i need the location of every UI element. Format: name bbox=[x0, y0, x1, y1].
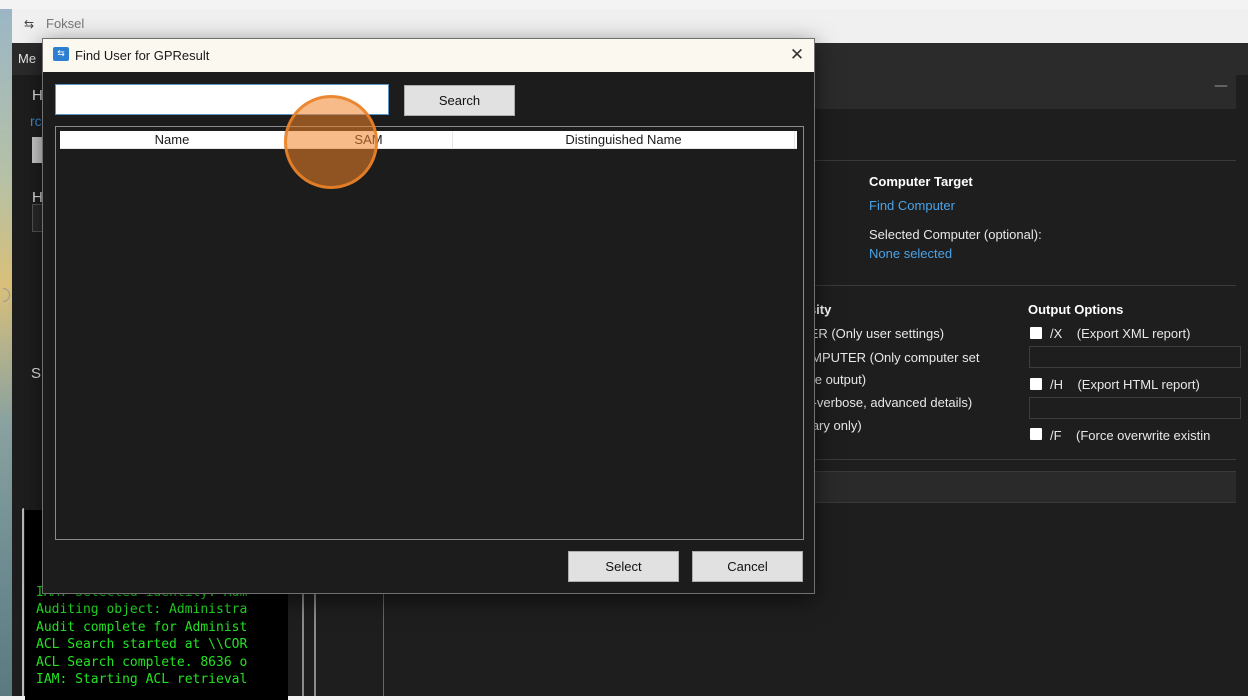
divider bbox=[802, 459, 1236, 460]
verbosity-option-computer[interactable]: OMPUTER (Only computer set bbox=[801, 350, 979, 365]
xml-flag: /X bbox=[1050, 326, 1063, 341]
force-desc: (Force overwrite existin bbox=[1076, 428, 1211, 443]
dialog-titlebar[interactable]: ⇆ Find User for GPResult ✕ bbox=[43, 39, 814, 72]
xml-option-label: /X (Export XML report) bbox=[1050, 326, 1190, 341]
find-user-dialog: ⇆ Find User for GPResult ✕ Search Name S… bbox=[42, 38, 815, 594]
html-option-label: /H (Export HTML report) bbox=[1050, 377, 1200, 392]
dialog-title: Find User for GPResult bbox=[75, 48, 210, 63]
column-header-sam[interactable]: SAM bbox=[285, 131, 453, 148]
select-button[interactable]: Select bbox=[568, 551, 679, 582]
find-computer-link[interactable]: Find Computer bbox=[869, 198, 955, 213]
console-line: ACL Search started at \\COR bbox=[36, 637, 248, 653]
column-header-distinguished-name[interactable]: Distinguished Name bbox=[453, 131, 795, 148]
html-checkbox[interactable] bbox=[1030, 378, 1042, 390]
console-line: Auditing object: Administra bbox=[36, 602, 248, 618]
column-header-name[interactable]: Name bbox=[60, 131, 285, 148]
left-button[interactable] bbox=[32, 137, 42, 163]
force-flag: /F bbox=[1050, 428, 1062, 443]
force-option-label: /F (Force overwrite existin bbox=[1050, 428, 1210, 443]
divider bbox=[802, 160, 1236, 161]
xml-checkbox[interactable] bbox=[1030, 327, 1042, 339]
search-button[interactable]: Search bbox=[404, 85, 515, 116]
right-toolbar bbox=[802, 75, 1236, 109]
splitter[interactable] bbox=[302, 590, 304, 696]
divider bbox=[383, 590, 384, 696]
output-options-heading: Output Options bbox=[1028, 302, 1124, 317]
force-checkbox[interactable] bbox=[1030, 428, 1042, 440]
html-flag: /H bbox=[1050, 377, 1063, 392]
console-line: Audit complete for Administ bbox=[36, 619, 248, 635]
cancel-button[interactable]: Cancel bbox=[692, 551, 803, 582]
results-list[interactable]: Name SAM Distinguished Name bbox=[55, 126, 804, 540]
xml-path-field[interactable] bbox=[1029, 346, 1241, 368]
verbosity-option-super-verbose[interactable]: er-verbose, advanced details) bbox=[801, 395, 972, 410]
computer-target-heading: Computer Target bbox=[869, 174, 973, 189]
console-frame bbox=[22, 508, 24, 696]
xml-desc: (Export XML report) bbox=[1076, 326, 1191, 341]
verbosity-option-user[interactable]: SER (Only user settings) bbox=[801, 326, 944, 341]
splitter[interactable] bbox=[314, 590, 316, 696]
app-icon: ⇆ bbox=[24, 17, 35, 31]
minimize-icon[interactable]: — bbox=[1214, 78, 1228, 94]
main-window-title: Foksel bbox=[46, 16, 85, 31]
left-link[interactable]: rc bbox=[30, 113, 42, 129]
console-text: IAM: Selected identity: AdmAuditing obje… bbox=[36, 584, 286, 696]
selected-computer-label: Selected Computer (optional): bbox=[869, 227, 1042, 242]
dialog-app-icon: ⇆ bbox=[53, 47, 69, 61]
search-input[interactable] bbox=[55, 84, 389, 115]
desktop-top-strip bbox=[0, 0, 1248, 9]
console-line: IAM: Starting ACL retrieval bbox=[36, 672, 248, 688]
selected-computer-value: None selected bbox=[869, 246, 953, 261]
html-path-field[interactable] bbox=[1029, 397, 1241, 419]
html-desc: (Export HTML report) bbox=[1077, 377, 1200, 392]
divider bbox=[802, 285, 1236, 286]
console-line: ACL Search complete. 8636 o bbox=[36, 654, 248, 670]
wallpaper-edge bbox=[0, 9, 12, 696]
close-icon[interactable]: ✕ bbox=[784, 43, 810, 67]
list-header: Name SAM Distinguished Name bbox=[60, 131, 797, 149]
right-strip bbox=[802, 471, 1236, 503]
menu-item[interactable]: Me bbox=[18, 51, 36, 66]
